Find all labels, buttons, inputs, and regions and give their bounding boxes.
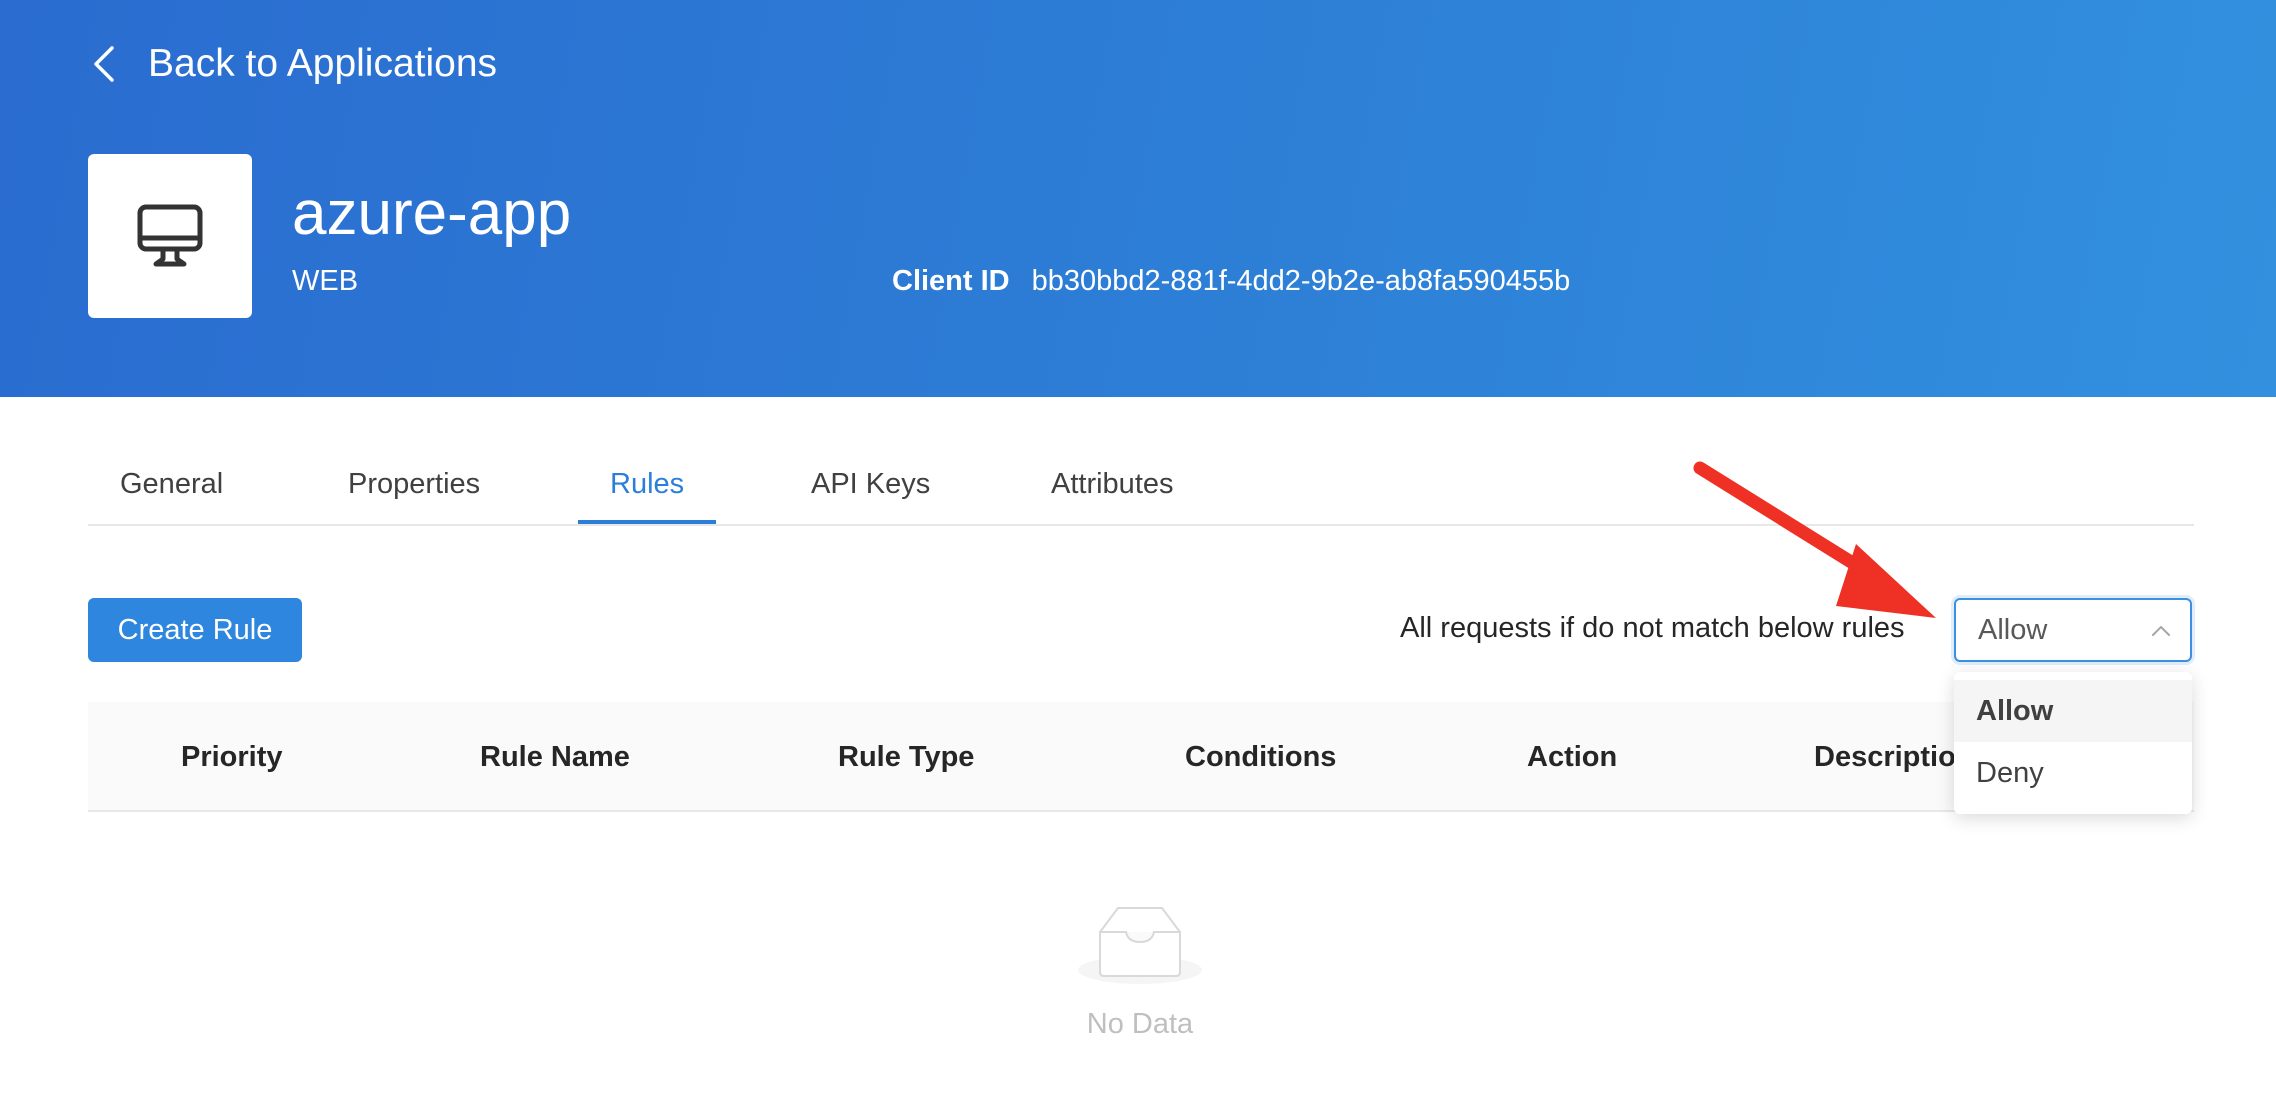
empty-state-text: No Data — [1086, 1008, 1194, 1040]
tab-rules-label: Rules — [610, 468, 685, 500]
tab-api-keys[interactable]: API Keys — [811, 448, 930, 522]
app-name: azure-app — [292, 179, 572, 248]
chevron-up-icon — [2152, 626, 2170, 636]
column-action[interactable]: Action — [1527, 741, 1617, 774]
client-id: Client ID bb30bbd2-881f-4dd2-9b2e-ab8fa5… — [892, 265, 1570, 298]
back-link-label: Back to Applications — [148, 42, 498, 85]
chevron-left-icon — [94, 46, 114, 82]
empty-inbox-icon — [1078, 907, 1202, 984]
tab-properties[interactable]: Properties — [348, 448, 480, 522]
app-icon-box — [88, 154, 252, 318]
empty-state — [1070, 900, 1210, 995]
rules-table-header: Priority Rule Name Rule Type Conditions … — [88, 702, 2194, 812]
desktop-icon — [137, 204, 203, 267]
column-rule-name[interactable]: Rule Name — [480, 741, 630, 774]
app-type: WEB — [292, 265, 359, 297]
annotation-arrow — [1693, 461, 1936, 618]
default-action-value: Allow — [1978, 613, 2048, 646]
option-allow[interactable]: Allow — [1954, 680, 2192, 742]
tab-attributes[interactable]: Attributes — [1051, 448, 1174, 522]
default-action-dropdown: Allow Deny — [1954, 672, 2192, 814]
default-action-select[interactable]: Allow — [1954, 598, 2192, 662]
client-id-value: bb30bbd2-881f-4dd2-9b2e-ab8fa590455b — [1031, 265, 1571, 297]
column-rule-type[interactable]: Rule Type — [838, 741, 974, 774]
app-header: Back to Applications azure-app WEB Clien… — [0, 0, 2276, 397]
column-description[interactable]: Description — [1814, 741, 1974, 774]
column-conditions[interactable]: Conditions — [1185, 741, 1336, 774]
back-to-applications-link[interactable]: Back to Applications — [88, 40, 497, 88]
tab-general[interactable]: General — [120, 448, 223, 522]
create-rule-button[interactable]: Create Rule — [88, 598, 302, 662]
option-deny[interactable]: Deny — [1954, 742, 2192, 804]
column-priority[interactable]: Priority — [181, 741, 283, 774]
client-id-label: Client ID — [892, 265, 1010, 297]
tab-rules[interactable]: Rules — [578, 448, 717, 524]
